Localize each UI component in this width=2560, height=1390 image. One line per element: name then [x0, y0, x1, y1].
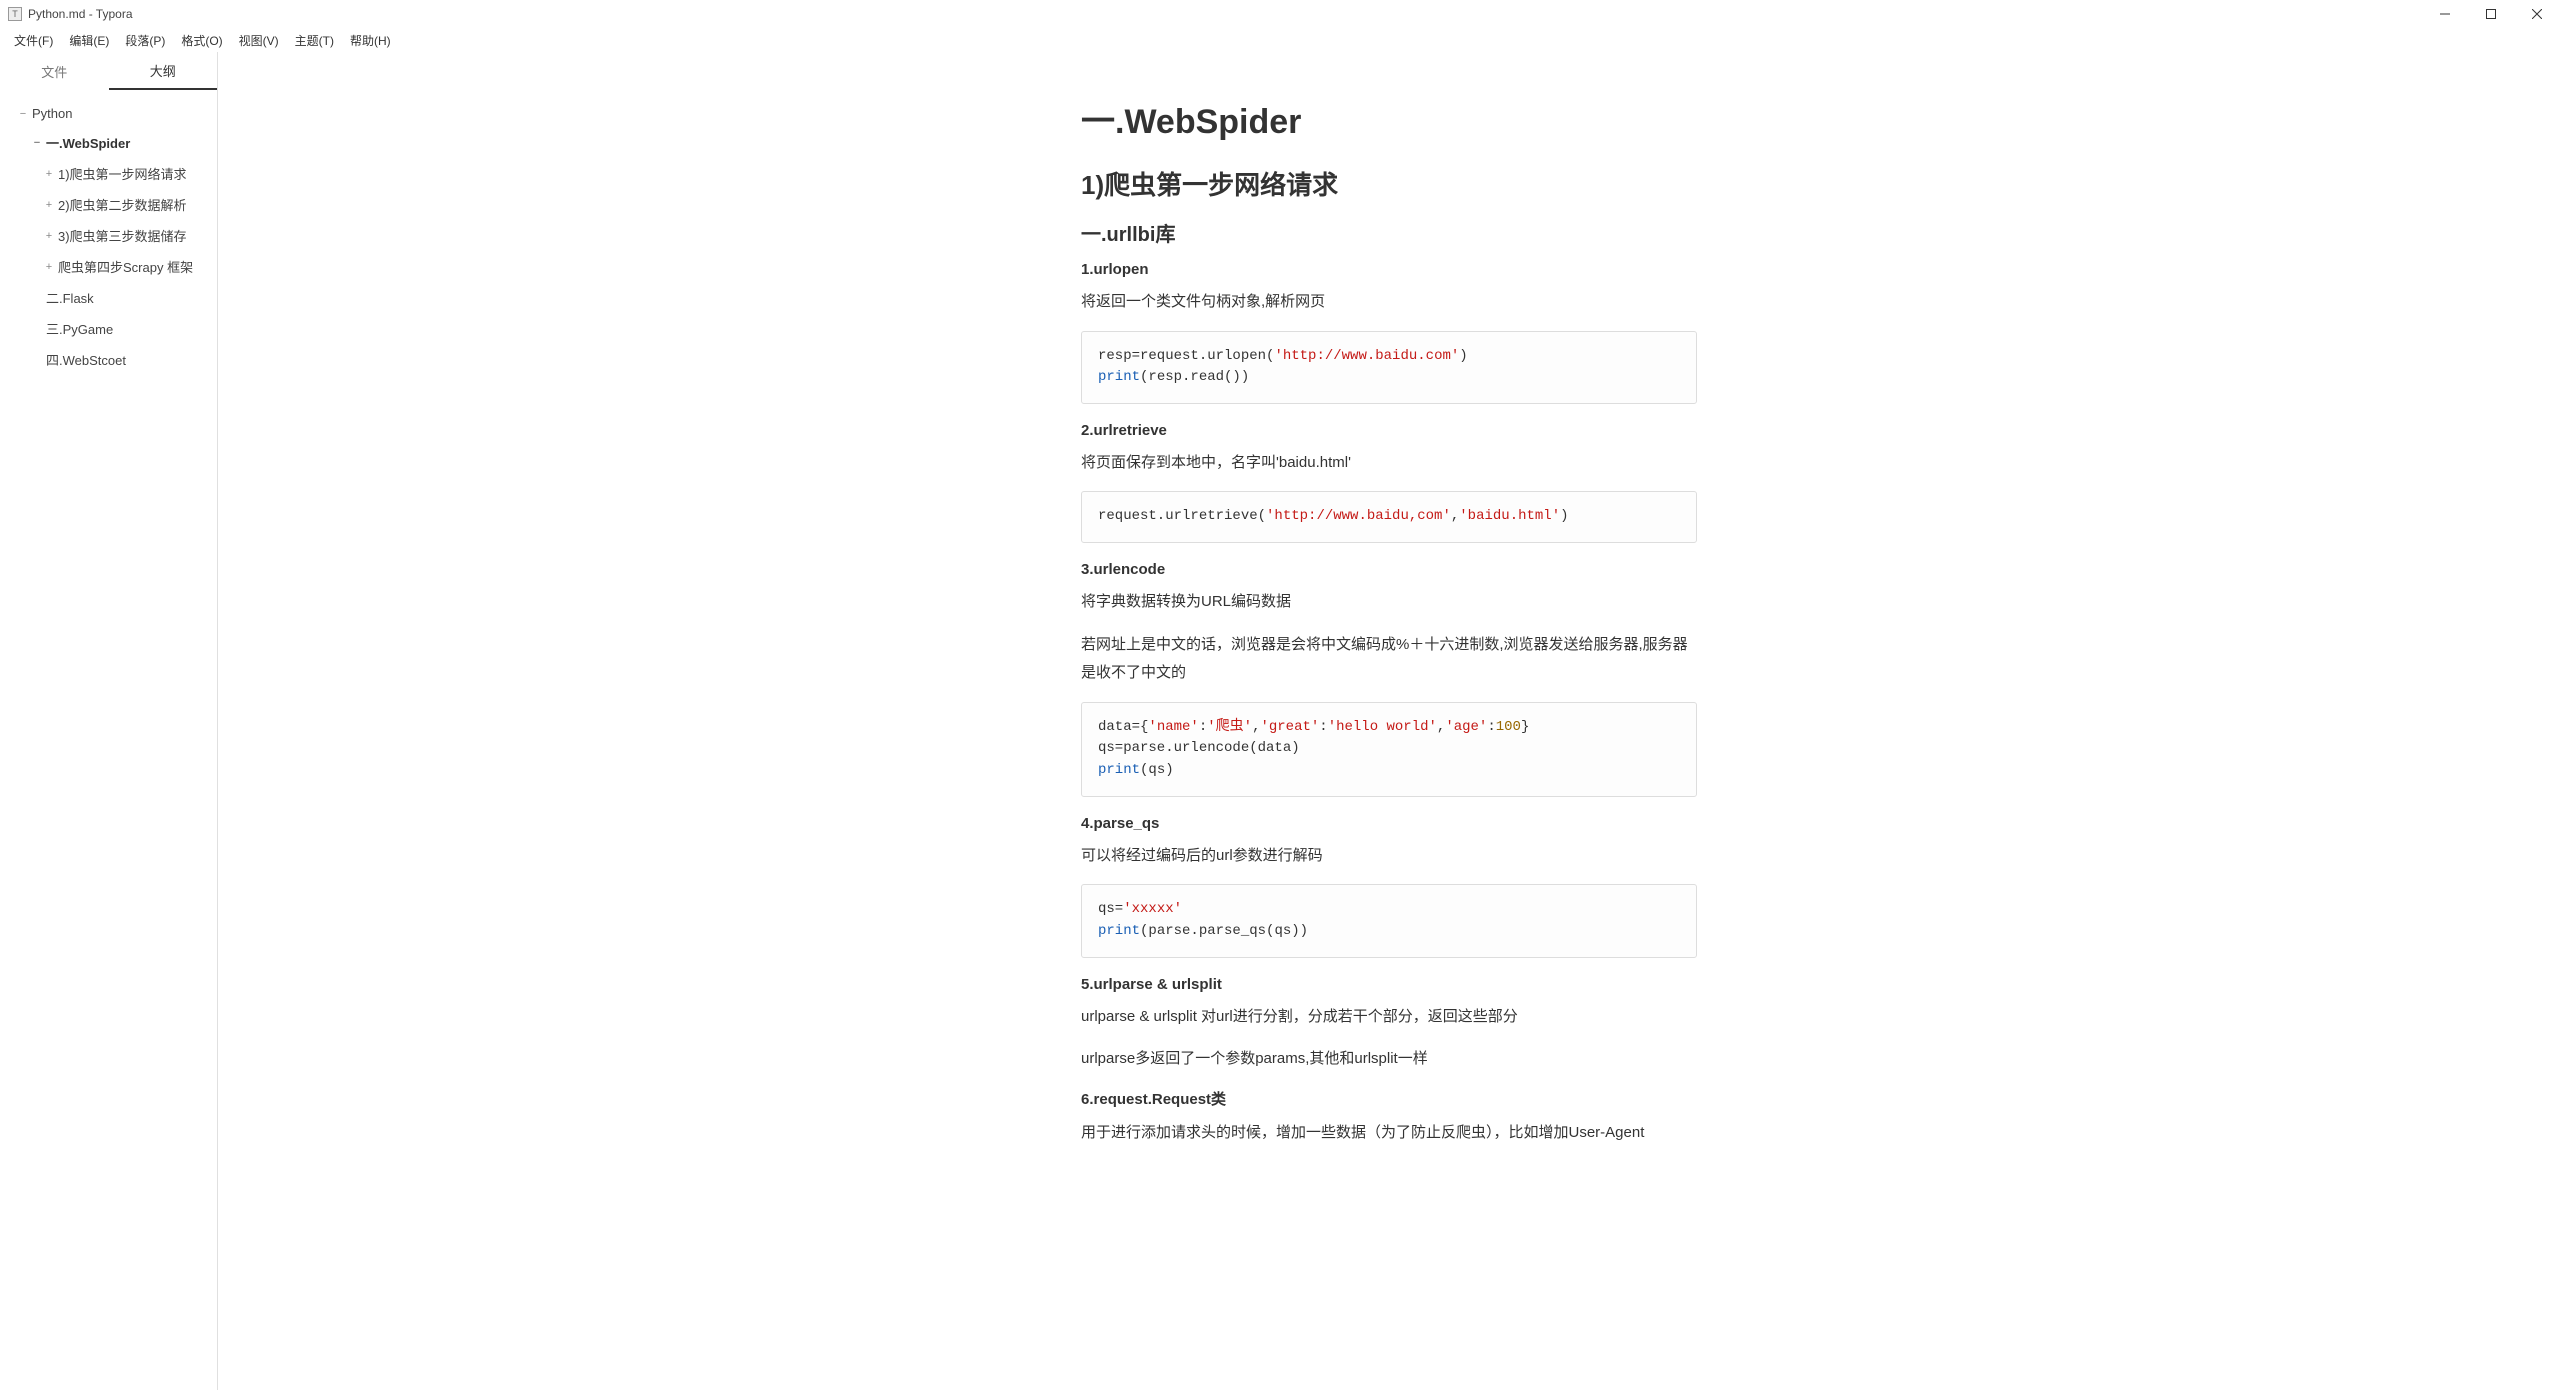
expand-icon[interactable]: + — [44, 168, 54, 180]
expand-icon[interactable]: + — [44, 261, 54, 273]
paragraph[interactable]: 可以将经过编码后的url参数进行解码 — [1081, 842, 1697, 871]
heading-s3[interactable]: 3.urlencode — [1081, 561, 1697, 578]
tab-files[interactable]: 文件 — [0, 52, 109, 90]
outline-label: 2)爬虫第二步数据解析 — [58, 195, 187, 214]
outline-item-step1[interactable]: + 1)爬虫第一步网络请求 — [6, 158, 211, 189]
outline-item-step2[interactable]: + 2)爬虫第二步数据解析 — [6, 189, 211, 220]
code-block[interactable]: qs='xxxxx' print(parse.parse_qs(qs)) — [1081, 884, 1697, 957]
outline-label: 四.WebStcoet — [46, 350, 126, 369]
code-block[interactable]: request.urlretrieve('http://www.baidu,co… — [1081, 491, 1697, 543]
editor[interactable]: 一.WebSpider 1)爬虫第一步网络请求 一.urllbi库 1.urlo… — [218, 52, 2560, 1390]
outline-label: 三.PyGame — [46, 319, 113, 338]
menu-edit[interactable]: 编辑(E) — [61, 30, 117, 51]
menu-format[interactable]: 格式(O) — [173, 30, 230, 51]
maximize-button[interactable] — [2468, 0, 2514, 28]
menu-paragraph[interactable]: 段落(P) — [117, 30, 173, 51]
paragraph[interactable]: urlparse & urlsplit 对url进行分割，分成若干个部分，返回这… — [1081, 1003, 1697, 1032]
close-icon — [2532, 9, 2542, 19]
menu-bar: 文件(F) 编辑(E) 段落(P) 格式(O) 视图(V) 主题(T) 帮助(H… — [0, 28, 2560, 52]
outline-label: 一.WebSpider — [46, 133, 130, 152]
heading-h1[interactable]: 一.WebSpider — [1081, 94, 1697, 143]
heading-h2[interactable]: 1)爬虫第一步网络请求 — [1081, 165, 1697, 202]
expand-icon[interactable]: + — [44, 230, 54, 242]
sidebar-tabs: 文件 大纲 — [0, 52, 217, 90]
heading-s2[interactable]: 2.urlretrieve — [1081, 422, 1697, 439]
outline-item-python[interactable]: − Python — [6, 100, 211, 127]
window-title: Python.md - Typora — [28, 7, 133, 21]
paragraph[interactable]: 将返回一个类文件句柄对象,解析网页 — [1081, 288, 1697, 317]
window-controls — [2422, 0, 2560, 28]
expand-icon[interactable]: + — [44, 199, 54, 211]
outline-label: 1)爬虫第一步网络请求 — [58, 164, 187, 183]
close-button[interactable] — [2514, 0, 2560, 28]
heading-s4[interactable]: 4.parse_qs — [1081, 815, 1697, 832]
outline-panel: − Python − 一.WebSpider + 1)爬虫第一步网络请求 + 2… — [0, 90, 217, 1390]
outline-item-pygame[interactable]: 三.PyGame — [6, 313, 211, 344]
heading-s6[interactable]: 6.request.Request类 — [1081, 1088, 1697, 1109]
collapse-icon[interactable]: − — [32, 137, 42, 149]
paragraph[interactable]: urlparse多返回了一个参数params,其他和urlsplit一样 — [1081, 1045, 1697, 1074]
paragraph[interactable]: 若网址上是中文的话，浏览器是会将中文编码成%＋十六进制数,浏览器发送给服务器,服… — [1081, 631, 1697, 688]
heading-s1[interactable]: 1.urlopen — [1081, 261, 1697, 278]
maximize-icon — [2486, 9, 2496, 19]
outline-label: 二.Flask — [46, 288, 94, 307]
menu-view[interactable]: 视图(V) — [231, 30, 287, 51]
paragraph[interactable]: 将字典数据转换为URL编码数据 — [1081, 588, 1697, 617]
code-block[interactable]: resp=request.urlopen('http://www.baidu.c… — [1081, 331, 1697, 404]
sidebar: 文件 大纲 − Python − 一.WebSpider + 1)爬虫第一步网络… — [0, 52, 218, 1390]
menu-help[interactable]: 帮助(H) — [342, 30, 399, 51]
outline-item-websocket[interactable]: 四.WebStcoet — [6, 344, 211, 375]
minimize-icon — [2440, 9, 2450, 19]
outline-label: Python — [32, 106, 72, 121]
outline-item-step4[interactable]: + 爬虫第四步Scrapy 框架 — [6, 251, 211, 282]
title-bar: T Python.md - Typora — [0, 0, 2560, 28]
outline-item-step3[interactable]: + 3)爬虫第三步数据储存 — [6, 220, 211, 251]
outline-item-flask[interactable]: 二.Flask — [6, 282, 211, 313]
outline-label: 爬虫第四步Scrapy 框架 — [58, 257, 193, 276]
heading-h3[interactable]: 一.urllbi库 — [1081, 218, 1697, 247]
heading-s5[interactable]: 5.urlparse & urlsplit — [1081, 976, 1697, 993]
paragraph[interactable]: 将页面保存到本地中，名字叫'baidu.html' — [1081, 449, 1697, 478]
outline-label: 3)爬虫第三步数据储存 — [58, 226, 187, 245]
minimize-button[interactable] — [2422, 0, 2468, 28]
paragraph[interactable]: 用于进行添加请求头的时候，增加一些数据（为了防止反爬虫），比如增加User-Ag… — [1081, 1119, 1697, 1148]
collapse-icon[interactable]: − — [18, 108, 28, 120]
app-icon: T — [8, 7, 22, 21]
menu-file[interactable]: 文件(F) — [6, 30, 61, 51]
outline-item-webspider[interactable]: − 一.WebSpider — [6, 127, 211, 158]
code-block[interactable]: data={'name':'爬虫','great':'hello world',… — [1081, 702, 1697, 797]
menu-theme[interactable]: 主题(T) — [287, 30, 342, 51]
tab-outline[interactable]: 大纲 — [109, 52, 218, 90]
